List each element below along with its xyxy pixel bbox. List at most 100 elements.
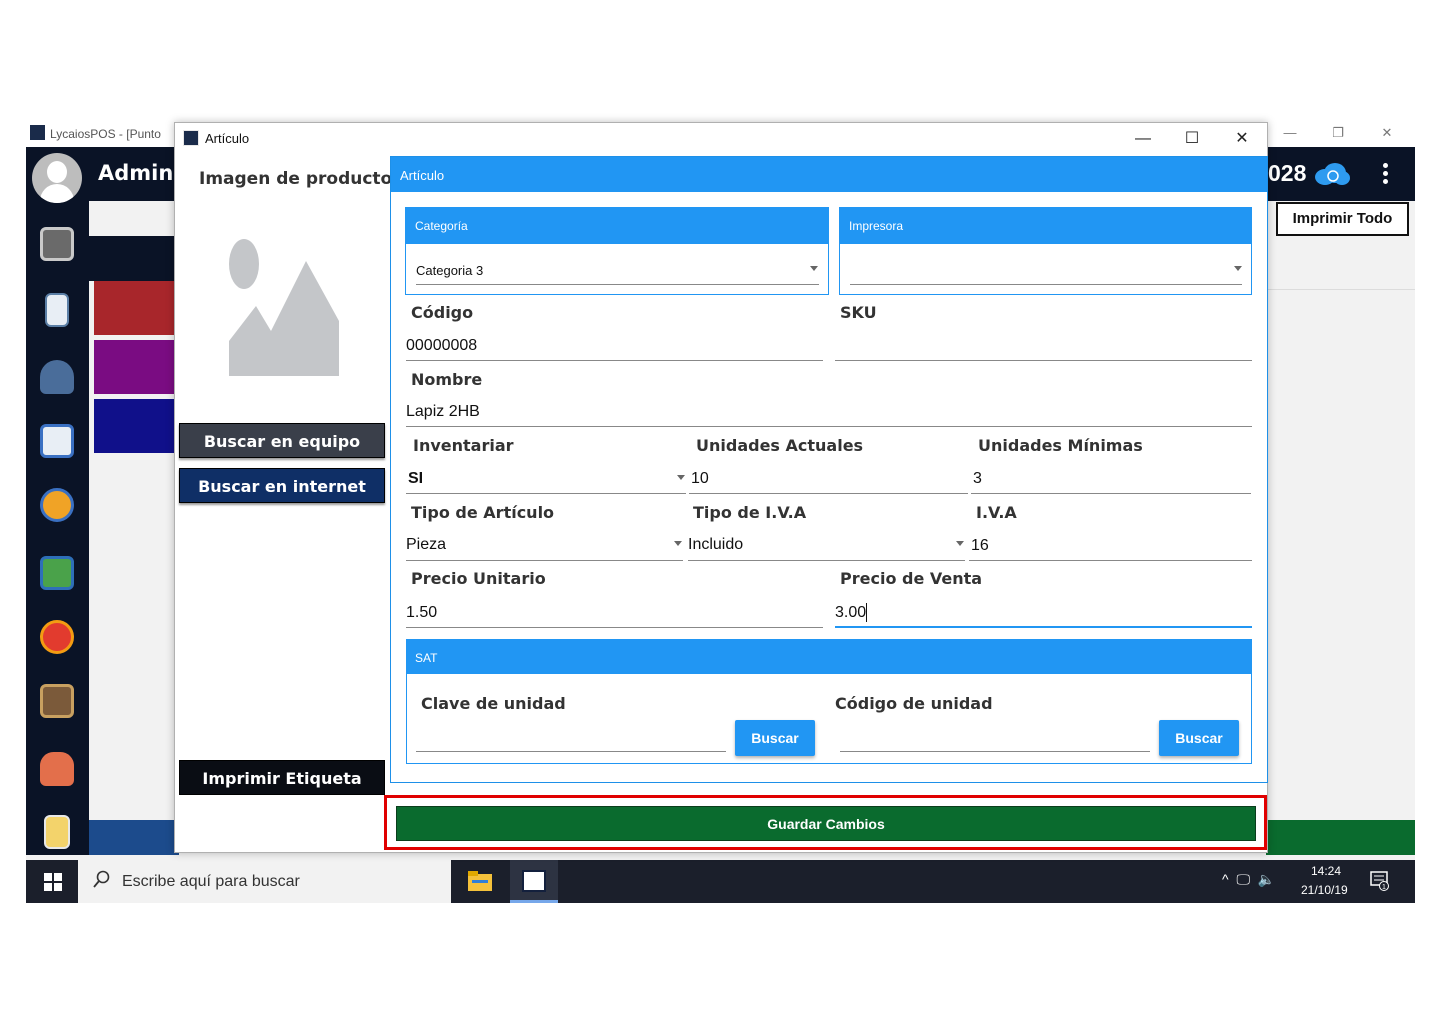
vat-type-label: Tipo de I.V.A — [693, 503, 807, 522]
bg-bottom-green-bar — [1266, 820, 1415, 855]
text-caret — [866, 603, 867, 622]
name-input[interactable]: Lapiz 2HB — [406, 403, 480, 421]
search-unit-code-button[interactable]: Buscar — [1159, 720, 1239, 756]
article-card-header — [391, 157, 1267, 192]
unit-key-label: Clave de unidad — [421, 694, 566, 713]
vat-label: I.V.A — [976, 503, 1017, 522]
chevron-down-icon[interactable] — [1234, 266, 1242, 271]
bg-bottom-bar — [89, 820, 179, 855]
category-underline — [416, 284, 819, 285]
chevron-down-icon[interactable] — [674, 541, 682, 546]
top-badge-icon[interactable] — [40, 488, 74, 522]
dialog-title: Artículo — [205, 131, 250, 146]
name-label: Nombre — [411, 370, 483, 389]
category-tile-purple[interactable] — [94, 340, 179, 394]
bg-minimize-button[interactable]: — — [1270, 123, 1310, 143]
dialog-minimize-button[interactable]: — — [1123, 127, 1163, 151]
min-units-input[interactable]: 3 — [973, 470, 982, 488]
money-icon[interactable] — [40, 556, 74, 590]
alarm-clock-icon[interactable] — [40, 620, 74, 654]
sale-price-underline-focused — [835, 626, 1252, 628]
search-internet-button[interactable]: Buscar en internet — [179, 468, 385, 503]
unit-code-label: Código de unidad — [835, 694, 993, 713]
article-type-underline — [406, 560, 683, 561]
search-device-button[interactable]: Buscar en equipo — [179, 423, 385, 458]
bg-restore-button[interactable]: ❐ — [1318, 123, 1358, 143]
print-all-button[interactable]: Imprimir Todo — [1276, 202, 1409, 236]
unit-price-label: Precio Unitario — [411, 569, 546, 588]
notification-count: 1 — [1382, 884, 1386, 891]
unit-code-input[interactable] — [840, 728, 1148, 748]
category-select[interactable]: Categoria 3 — [416, 263, 483, 278]
dialog-close-button[interactable]: ✕ — [1222, 127, 1262, 151]
chevron-down-icon[interactable] — [677, 475, 685, 480]
header-number: 028 — [1268, 160, 1307, 186]
system-tray-icons[interactable]: ^ 🖵 🔈 — [1222, 871, 1277, 888]
current-units-label: Unidades Actuales — [696, 436, 864, 455]
inventory-label: Inventariar — [413, 436, 514, 455]
cloud-sync-icon[interactable] — [1313, 162, 1351, 186]
notebook-icon[interactable] — [45, 293, 69, 327]
code-input[interactable]: 00000008 — [406, 337, 477, 355]
sale-price-label: Precio de Venta — [840, 569, 983, 588]
sku-label: SKU — [840, 303, 877, 322]
current-units-underline — [689, 493, 968, 494]
code-underline — [406, 360, 823, 361]
sku-underline — [835, 360, 1252, 361]
current-units-input[interactable]: 10 — [691, 470, 709, 488]
category-tile-blue[interactable] — [94, 399, 179, 453]
bg-dark-band — [89, 236, 179, 281]
report-clock-icon[interactable] — [40, 424, 74, 458]
document-icon[interactable] — [44, 815, 70, 849]
taskbar-search-placeholder: Escribe aquí para buscar — [122, 873, 300, 890]
unit-key-underline — [416, 751, 726, 752]
user-avatar[interactable] — [32, 153, 82, 203]
article-type-select[interactable]: Pieza — [406, 536, 446, 554]
search-unit-key-button[interactable]: Buscar — [735, 720, 815, 756]
product-image-label: Imagen de producto — [199, 169, 393, 189]
bg-toolbar-area — [89, 201, 179, 236]
vat-input[interactable]: 16 — [971, 537, 989, 555]
image-placeholder-icon[interactable] — [226, 236, 342, 378]
inventory-underline — [406, 493, 686, 494]
highlight-box — [384, 795, 1267, 850]
chevron-down-icon[interactable] — [956, 541, 964, 546]
name-underline — [406, 426, 1252, 427]
inventory-shelf-icon[interactable] — [40, 684, 74, 718]
more-options-icon[interactable] — [1378, 161, 1392, 187]
dialog-maximize-button[interactable]: ☐ — [1172, 127, 1212, 151]
customers-icon[interactable] — [40, 752, 74, 786]
vat-type-select[interactable]: Incluido — [688, 536, 743, 554]
unit-price-underline — [406, 627, 823, 628]
code-label: Código — [411, 303, 474, 322]
chevron-down-icon[interactable] — [810, 266, 818, 271]
file-explorer-icon[interactable] — [467, 870, 493, 892]
bg-close-button[interactable]: ✕ — [1367, 123, 1407, 143]
pos-app-icon — [522, 870, 546, 892]
unit-code-underline — [840, 751, 1150, 752]
min-units-underline — [971, 493, 1251, 494]
notifications-icon[interactable]: 1 — [1370, 871, 1390, 891]
clock-date[interactable]: 21/10/19 — [1301, 883, 1348, 897]
min-units-label: Unidades Mínimas — [978, 436, 1143, 455]
cash-register-icon[interactable] — [40, 227, 74, 261]
clock-time[interactable]: 14:24 — [1311, 864, 1341, 878]
inventory-select[interactable]: SI — [408, 470, 423, 488]
sku-input[interactable] — [835, 337, 1245, 357]
print-label-button[interactable]: Imprimir Etiqueta — [179, 760, 385, 795]
sat-header-title: SAT — [415, 651, 438, 665]
vat-type-underline — [688, 560, 965, 561]
search-icon — [93, 870, 110, 888]
sale-price-input[interactable]: 3.00 — [835, 604, 866, 622]
divider — [1268, 289, 1415, 290]
unit-key-input[interactable] — [416, 728, 724, 748]
category-tile-red[interactable] — [94, 281, 179, 335]
users-icon[interactable] — [40, 360, 74, 394]
vat-underline — [969, 560, 1252, 561]
app-logo-icon — [30, 125, 45, 140]
printer-underline — [850, 284, 1242, 285]
article-card-title: Artículo — [400, 168, 445, 183]
sat-header — [407, 640, 1251, 674]
category-header: Categoría — [406, 208, 828, 244]
unit-price-input[interactable]: 1.50 — [406, 604, 437, 622]
